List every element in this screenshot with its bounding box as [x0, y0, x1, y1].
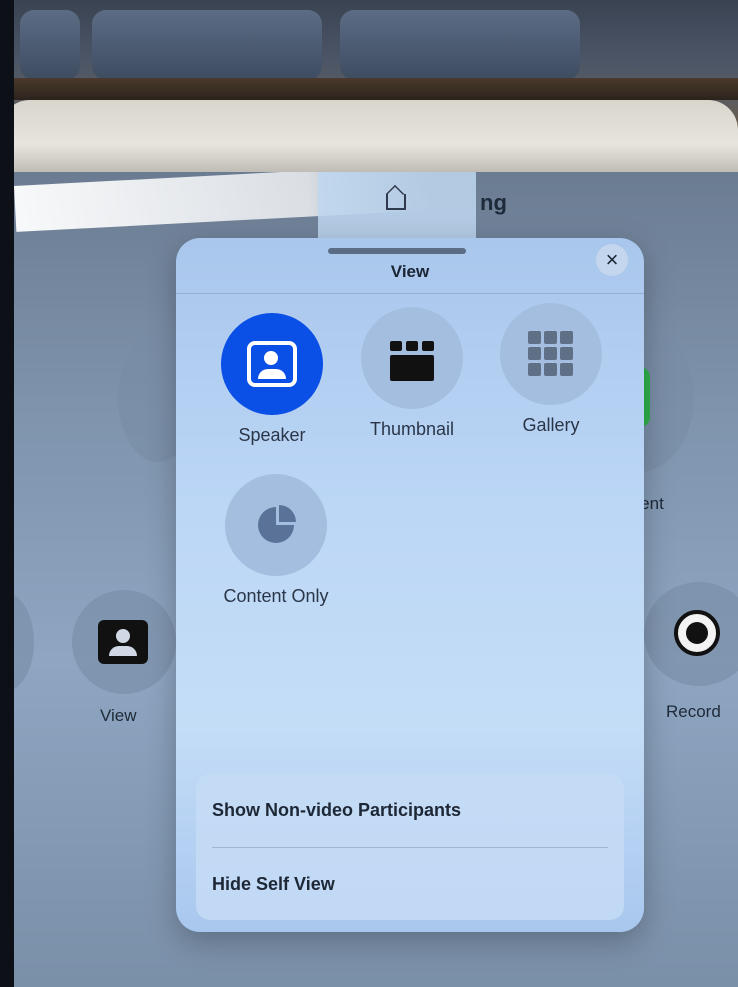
content-only-button[interactable]: [225, 474, 327, 576]
close-button[interactable]: ×: [596, 244, 628, 276]
speaker-label: Speaker: [238, 425, 306, 445]
speaker-icon: [247, 341, 297, 387]
screen-title-fragment: ng: [480, 190, 507, 215]
gallery-button[interactable]: [500, 303, 602, 405]
divider: [212, 847, 608, 848]
show-non-video-participants-item[interactable]: Show Non-video Participants: [212, 800, 461, 821]
record-icon: [674, 610, 720, 656]
view-option-thumbnail[interactable]: Thumbnail: [342, 307, 482, 440]
view-option-speaker[interactable]: Speaker: [202, 313, 342, 446]
thumbnail-button[interactable]: [361, 307, 463, 409]
content-only-label: Content Only: [223, 586, 329, 606]
gallery-icon: [528, 331, 574, 377]
view-icon: [98, 620, 148, 664]
drag-handle[interactable]: [328, 248, 466, 254]
device-screen: ng ntent View Record View × Speaker Thum…: [14, 172, 738, 987]
content-only-icon: [258, 505, 296, 543]
view-modal: View × Speaker Thumbnail Gallery Content…: [176, 238, 644, 932]
thumbnail-icon: [390, 341, 434, 381]
options-list: Show Non-video Participants Hide Self Vi…: [196, 774, 624, 920]
home-icon: [386, 194, 406, 210]
railing: [0, 78, 738, 100]
speaker-button[interactable]: [221, 313, 323, 415]
gallery-label: Gallery: [522, 415, 580, 435]
view-option-gallery[interactable]: Gallery: [481, 303, 621, 436]
thumbnail-label: Thumbnail: [369, 419, 455, 439]
seat: [92, 10, 322, 80]
view-label: View: [100, 706, 137, 725]
modal-title: View: [390, 262, 430, 281]
record-label: Record: [666, 702, 721, 721]
hide-self-view-item[interactable]: Hide Self View: [212, 874, 335, 895]
divider: [176, 293, 644, 294]
photo-edge: [0, 0, 14, 987]
seat: [20, 10, 80, 80]
bg-button-circle: [14, 592, 34, 692]
view-option-content-only[interactable]: Content Only: [206, 474, 346, 607]
seat: [340, 10, 580, 80]
device-bezel: [0, 100, 738, 175]
